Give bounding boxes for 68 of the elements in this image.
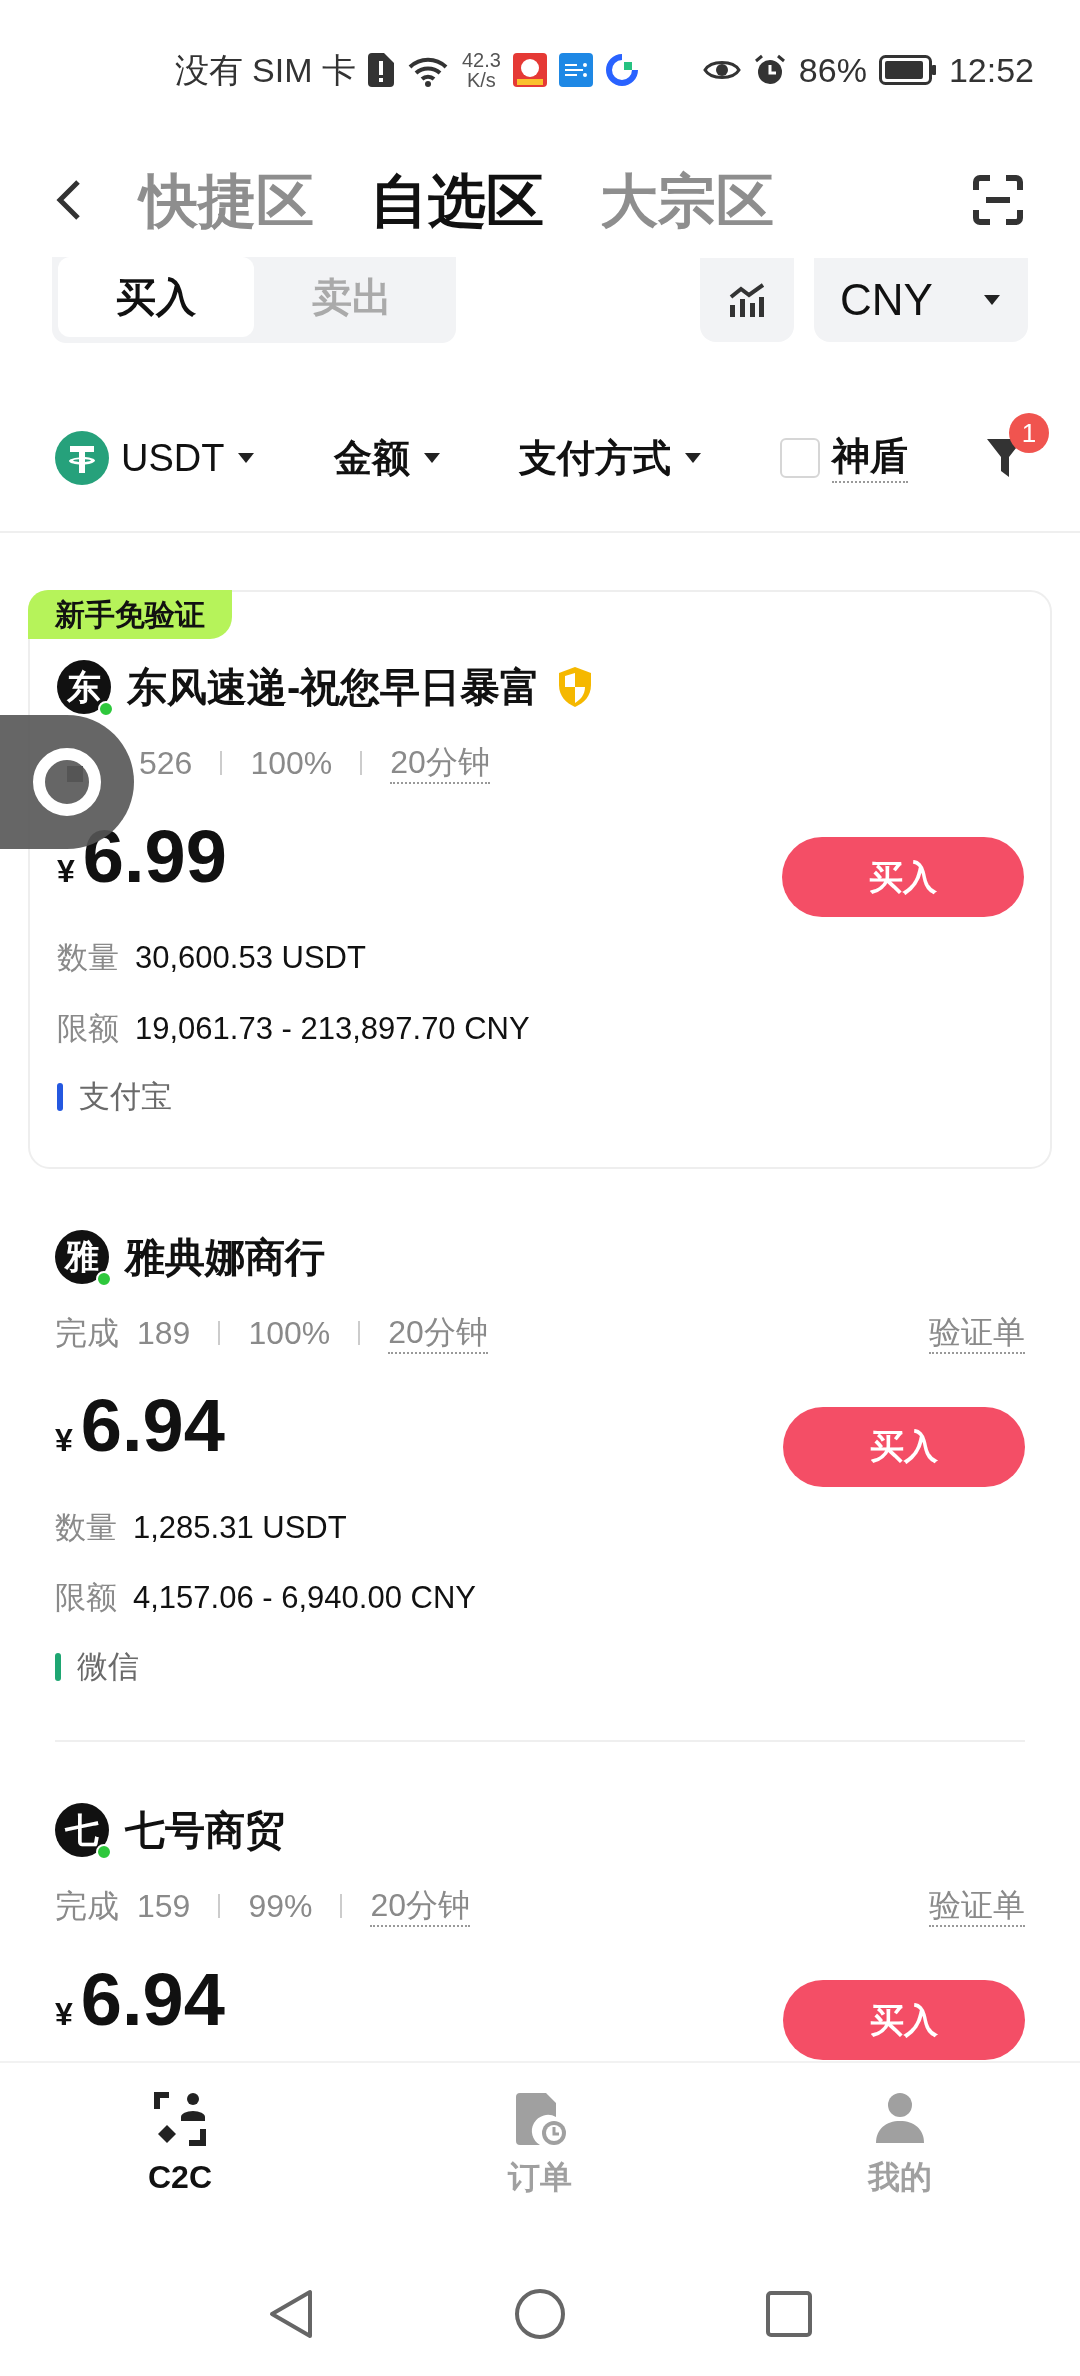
alarm-icon xyxy=(752,53,787,87)
exchange-icon xyxy=(153,2091,207,2147)
network-speed: 42.3 K/s xyxy=(461,50,501,90)
quantity-label: 数量 xyxy=(57,939,119,977)
quantity-value: 30,600.53 USDT xyxy=(135,939,366,977)
checkbox-label: 神盾 xyxy=(831,433,908,483)
merchant-avatar: 东 xyxy=(57,660,111,714)
merchant-name[interactable]: 雅典娜商行 xyxy=(125,1226,325,1287)
back-icon[interactable] xyxy=(56,178,82,222)
chart-button[interactable] xyxy=(700,258,794,342)
price: 6.99 xyxy=(82,819,227,894)
completed-count: 189 xyxy=(137,1313,191,1353)
merchant-name[interactable]: 东风速递-祝您早日暴富 xyxy=(127,657,541,717)
completed-count: 526 xyxy=(139,744,193,783)
nav-tab[interactable]: C2C xyxy=(0,2091,360,2201)
currency-symbol: ¥ xyxy=(55,1421,73,1460)
app-notification-icon xyxy=(558,53,593,87)
limit-label: 限额 xyxy=(55,1579,117,1617)
app-notification-icon xyxy=(512,53,547,87)
filter-dropdown[interactable]: 金额 xyxy=(333,429,442,487)
payment-time: 20分钟 xyxy=(390,742,490,784)
caret-icon xyxy=(421,451,442,465)
limit-value: 19,061.73 - 213,897.70 CNY xyxy=(135,1009,530,1048)
price: 6.94 xyxy=(80,1389,225,1463)
quantity-value: 1,285.31 USDT xyxy=(133,1508,347,1547)
trade-tab[interactable]: 买入 xyxy=(58,257,254,337)
chart-icon xyxy=(728,283,766,317)
tether-icon xyxy=(55,431,109,485)
caret-icon xyxy=(682,451,703,465)
checkbox[interactable] xyxy=(779,438,820,478)
payment-method: 支付宝 xyxy=(79,1078,172,1116)
battery-icon xyxy=(878,55,937,85)
clock-time: 12:52 xyxy=(948,49,1034,91)
carrier-text: 没有 SIM 卡 xyxy=(174,49,356,91)
back-nav-icon[interactable] xyxy=(268,2287,314,2340)
caret-icon xyxy=(982,293,1002,307)
limit-value: 4,157.06 - 6,940.00 CNY xyxy=(133,1579,476,1617)
limit-label: 限额 xyxy=(57,1009,119,1048)
completion-rate: 100% xyxy=(248,1313,331,1353)
promo-tag: 新手免验证 xyxy=(28,590,232,639)
currency-dropdown[interactable]: CNY xyxy=(814,258,1028,342)
coin-dropdown[interactable]: USDT xyxy=(55,429,257,487)
filter-count-badge: 1 xyxy=(1008,413,1049,453)
completion-rate: 99% xyxy=(248,1887,313,1926)
completion-rate: 100% xyxy=(250,744,333,783)
section-tab[interactable]: 自选区 xyxy=(370,156,544,244)
app-notification-icon xyxy=(604,53,639,87)
home-nav-icon[interactable] xyxy=(514,2287,566,2340)
completed-label: 完成 xyxy=(55,1887,119,1926)
scan-icon[interactable] xyxy=(972,174,1024,226)
filter-dropdown[interactable]: 支付方式 xyxy=(518,429,703,487)
quantity-label: 数量 xyxy=(55,1508,117,1547)
price: 6.94 xyxy=(80,1962,225,2037)
currency-symbol: ¥ xyxy=(57,851,75,891)
completed-label: 完成 xyxy=(55,1313,119,1353)
merchant-name[interactable]: 七号商贸 xyxy=(125,1800,285,1860)
currency-symbol: ¥ xyxy=(55,1994,73,2034)
merchant-avatar: 七 xyxy=(55,1803,109,1857)
completed-count: 159 xyxy=(137,1887,191,1926)
merchant-avatar: 雅 xyxy=(55,1229,109,1284)
payment-method: 微信 xyxy=(77,1647,139,1686)
battery-percent: 86% xyxy=(798,49,867,91)
payment-time: 20分钟 xyxy=(370,1885,471,1927)
ring-icon xyxy=(31,746,103,818)
payment-time: 20分钟 xyxy=(388,1311,488,1354)
caret-icon xyxy=(236,451,257,465)
sim-alert-icon xyxy=(367,53,394,87)
recents-nav-icon[interactable] xyxy=(766,2290,812,2337)
